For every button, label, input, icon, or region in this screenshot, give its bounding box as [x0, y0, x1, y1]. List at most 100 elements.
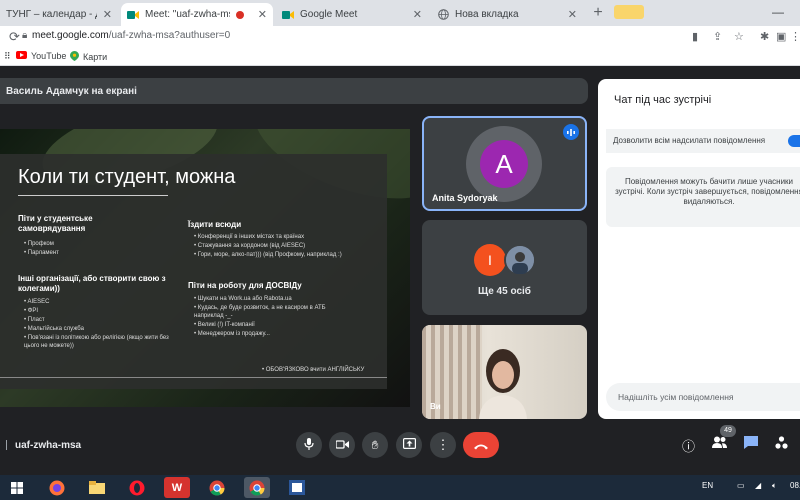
more-participants-label: Ще 45 осіб	[478, 286, 531, 297]
shared-screen: Коли ти студент, можна Піти у студентськ…	[0, 129, 410, 407]
close-icon[interactable]: ✕	[413, 8, 422, 21]
reload-icon[interactable]: ⟳	[9, 29, 20, 45]
end-call-button[interactable]	[463, 432, 499, 458]
tab-calendar-label: ТУНГ – календар - Деталі по	[6, 9, 97, 20]
self-label: Ви	[430, 402, 441, 411]
close-icon[interactable]: ✕	[258, 8, 267, 21]
slide-bullet: • Шукати на Work.ua або Rabota.ua	[194, 296, 292, 302]
tab-new-tab[interactable]: Нова вкладка ✕	[431, 3, 583, 26]
avatar: І	[474, 244, 506, 276]
slide-bullet: • Мальтійська служба	[24, 326, 84, 332]
vivaldi-icon[interactable]: W	[164, 477, 190, 498]
slide-bullet: • ФРІ	[24, 308, 39, 314]
firefox-icon[interactable]	[44, 477, 70, 498]
divider	[6, 440, 7, 451]
chat-input-placeholder: Надішліть усім повідомлення	[618, 392, 734, 402]
more-participants-tile[interactable]: І Ще 45 осіб	[422, 220, 587, 315]
people-icon[interactable]	[712, 436, 727, 451]
present-icon	[402, 438, 416, 452]
extensions-icon[interactable]: ✱	[760, 30, 769, 43]
slide-bullet: • Конференції в інших містах та країнах	[194, 234, 305, 240]
bookmark-maps-label: Карти	[83, 52, 108, 62]
slide-heading: Інші організації, або створити свою з ко…	[18, 274, 166, 293]
tab-meet-active[interactable]: Meet: "uaf-zwha-msa" ✕	[121, 3, 273, 26]
chat-message-input[interactable]: Надішліть усім повідомлення	[606, 383, 800, 411]
chat-panel: Чат під час зустрічі Дозволити всім надс…	[598, 79, 800, 419]
present-screen-button[interactable]	[396, 432, 422, 458]
slide-bullet: • Профком	[24, 241, 54, 247]
phone-hangup-icon	[473, 438, 489, 453]
language-indicator[interactable]: EN	[702, 481, 713, 490]
reading-list-icon[interactable]: ▣	[776, 30, 786, 43]
avatar: A	[480, 140, 528, 188]
os-taskbar: W EN ▭ ◢ 🔈︎ 08.	[0, 475, 800, 500]
avatar-photo	[504, 244, 536, 276]
apps-icon[interactable]: ⠿	[4, 51, 11, 62]
file-explorer-icon[interactable]	[84, 477, 110, 498]
slide-bullet: • Парламент	[24, 250, 59, 256]
meeting-controls: uaf-zwha-msa ✋︎ ⋮ ⓘ 49	[0, 425, 800, 463]
slide-divider	[0, 377, 387, 378]
slide-title: Коли ти студент, можна	[18, 166, 236, 188]
allow-messages-label: Дозволити всім надсилати повідомлення	[613, 136, 766, 145]
participant-tile-anita[interactable]: A Anita Sydoryak	[422, 116, 587, 211]
document-app-icon[interactable]	[284, 477, 310, 498]
allow-messages-setting[interactable]: Дозволити всім надсилати повідомлення	[606, 129, 800, 153]
slide-bullet: • Великі (!) IT-компанії	[194, 322, 255, 328]
slide-bullet: • Пласт	[24, 317, 45, 323]
bookmark-star-icon[interactable]: ☆	[734, 30, 744, 43]
slide-bullet: • AIESEC	[24, 299, 50, 305]
chat-title: Чат під час зустрічі	[614, 94, 712, 106]
meeting-details-icon[interactable]: ⓘ	[682, 436, 695, 455]
tab-calendar[interactable]: ТУНГ – календар - Деталі по ✕	[0, 3, 118, 26]
raise-hand-button[interactable]: ✋︎	[362, 432, 388, 458]
tab-google-meet[interactable]: Google Meet ✕	[276, 3, 428, 26]
bookmark-youtube[interactable]: YouTube	[16, 51, 66, 61]
tab-new-tab-label: Нова вкладка	[455, 9, 519, 20]
chat-icon[interactable]	[744, 436, 758, 452]
camera-button[interactable]	[329, 432, 355, 458]
meeting-code: uaf-zwha-msa	[6, 440, 81, 451]
meet-icon	[282, 9, 294, 21]
opera-icon[interactable]	[124, 477, 150, 498]
share-icon[interactable]: ⇪	[713, 30, 722, 43]
bookmarks-bar: ⠿ YouTube Карти	[0, 48, 800, 66]
start-menu-icon[interactable]	[4, 477, 30, 498]
new-tab-button[interactable]: +	[588, 3, 608, 23]
tray-icon[interactable]: ▭	[737, 481, 745, 490]
menu-icon[interactable]: ⋮	[790, 30, 800, 43]
browser-tab-strip: ТУНГ – календар - Деталі по ✕ Meet: "uaf…	[0, 0, 800, 26]
volume-icon[interactable]: 🔈︎	[772, 481, 777, 491]
allow-messages-toggle[interactable]	[788, 135, 800, 147]
recording-dot-icon	[234, 9, 246, 21]
meet-icon	[127, 9, 139, 21]
lock-icon[interactable]: 🔒︎	[22, 30, 27, 41]
chat-notice-text: Повідомлення можуть бачити лише учасники…	[615, 177, 800, 206]
slide-bullet: • Гори, море, алко-пат))) (від Профкому,…	[194, 252, 342, 258]
camera-indicator-icon[interactable]: ▮	[692, 30, 698, 43]
meeting-code-text: uaf-zwha-msa	[15, 440, 82, 451]
microphone-button[interactable]	[296, 432, 322, 458]
self-video	[479, 349, 527, 419]
more-options-button[interactable]: ⋮	[430, 432, 456, 458]
bookmark-maps[interactable]: Карти	[70, 51, 107, 63]
slide-bullet: • Пов'язані із політикою або релігією (я…	[24, 335, 169, 349]
minimize-icon[interactable]: —	[772, 5, 784, 19]
camera-icon	[334, 438, 349, 452]
activities-icon[interactable]	[775, 436, 788, 452]
network-icon[interactable]: ◢	[755, 481, 761, 490]
close-icon[interactable]: ✕	[103, 8, 112, 21]
profile-badge[interactable]	[614, 5, 644, 19]
chrome-icon[interactable]	[244, 477, 270, 498]
globe-icon	[437, 9, 449, 21]
more-vert-icon: ⋮	[436, 437, 450, 452]
slide-heading: Піти на роботу для ДОСВІДу	[188, 281, 302, 290]
maps-icon	[70, 51, 79, 63]
chrome-icon[interactable]	[204, 477, 230, 498]
close-icon[interactable]: ✕	[568, 8, 577, 21]
slide-heading: Їздити всюди	[188, 220, 242, 229]
microphone-icon	[304, 437, 314, 453]
self-view-tile[interactable]: Ви	[422, 325, 587, 419]
slide-title-underline	[18, 195, 168, 196]
url-field[interactable]: meet.google.com/uaf-zwha-msa?authuser=0	[32, 30, 230, 41]
